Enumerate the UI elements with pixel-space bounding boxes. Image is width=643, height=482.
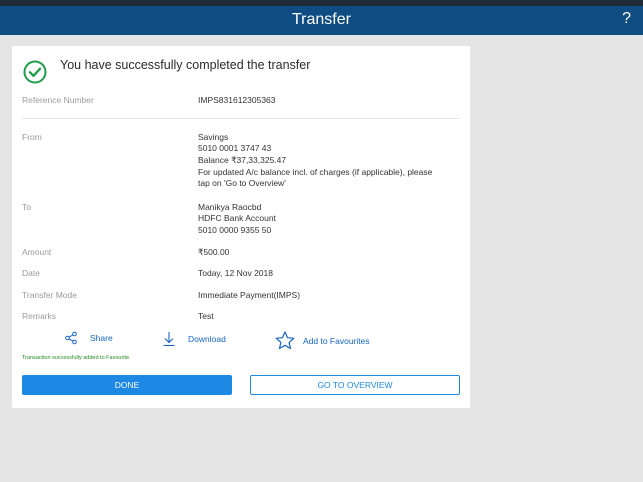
- download-button[interactable]: Download: [162, 331, 226, 347]
- payee-account-number: 5010 0000 9355 50: [198, 224, 272, 235]
- to-details: Manikya Raocbd HDFC Bank Account 5010 00…: [198, 202, 276, 236]
- go-to-overview-button[interactable]: GO TO OVERVIEW: [250, 375, 460, 395]
- success-check-icon: [23, 60, 47, 84]
- date-value: Today, 12 Nov 2018: [198, 268, 273, 278]
- divider: [22, 118, 460, 119]
- share-button[interactable]: Share: [64, 331, 113, 345]
- to-label: To: [22, 202, 31, 212]
- transfer-confirmation-card: You have successfully completed the tran…: [12, 46, 470, 408]
- remarks-value: Test: [198, 311, 214, 321]
- balance-note-line2: tap on 'Go to Overview': [198, 178, 286, 189]
- amount-value: ₹500.00: [198, 247, 230, 257]
- reference-value: IMPS831612305363: [198, 95, 276, 105]
- from-account-number: 5010 0001 3747 43: [198, 143, 272, 154]
- balance-note-line1: For updated A/c balance incl. of charges…: [198, 166, 433, 177]
- date-label: Date: [22, 268, 40, 278]
- reference-label: Reference Number: [22, 95, 94, 105]
- share-icon: [64, 331, 78, 345]
- download-label: Download: [188, 334, 226, 344]
- from-details: Savings 5010 0001 3747 43 Balance ₹37,33…: [198, 132, 432, 189]
- payee-bank: HDFC Bank Account: [198, 213, 276, 224]
- success-message: You have successfully completed the tran…: [60, 58, 311, 72]
- star-icon: [275, 331, 295, 350]
- download-icon: [162, 331, 176, 347]
- share-label: Share: [90, 333, 113, 343]
- from-label: From: [22, 132, 42, 142]
- remarks-label: Remarks: [22, 311, 57, 321]
- transfer-mode-value: Immediate Payment(IMPS): [198, 290, 301, 300]
- page-title: Transfer: [292, 11, 351, 28]
- transfer-mode-label: Transfer Mode: [22, 290, 77, 300]
- amount-label: Amount: [22, 247, 52, 257]
- from-account-type: Savings: [198, 132, 229, 142]
- add-to-favourites-label: Add to Favourites: [303, 335, 370, 346]
- help-button[interactable]: ?: [622, 10, 631, 28]
- favourite-added-note: Transaction successfully added to Favour…: [22, 355, 131, 361]
- app-header: Transfer ?: [0, 6, 643, 35]
- add-to-favourites-button[interactable]: Add to Favourites: [275, 331, 370, 350]
- done-button[interactable]: DONE: [22, 375, 232, 395]
- from-balance: Balance ₹37,33,325.47: [198, 154, 287, 165]
- payee-name: Manikya Raocbd: [198, 202, 262, 212]
